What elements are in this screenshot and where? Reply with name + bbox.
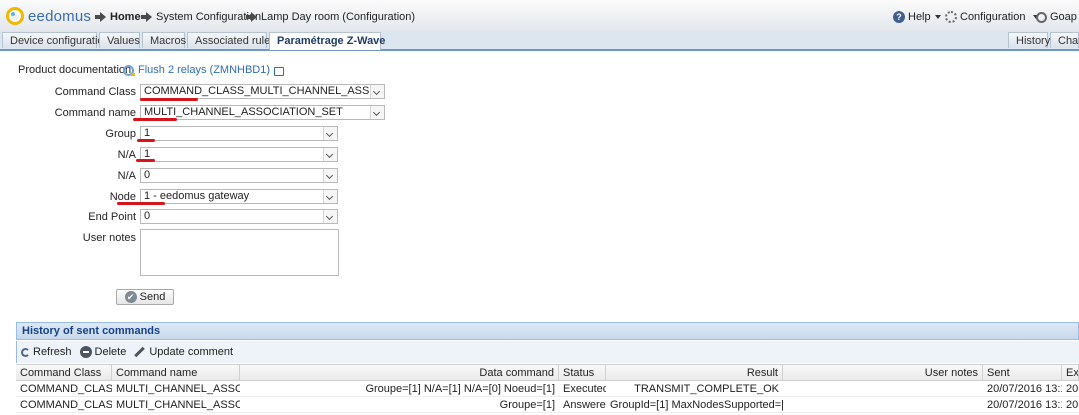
product-documentation-link[interactable]: Flush 2 relays (ZMNHBD1) — [123, 64, 285, 76]
help-menu[interactable]: ? Help — [893, 11, 941, 23]
tab-history[interactable]: History — [1008, 32, 1050, 48]
cell-user-notes — [783, 397, 983, 413]
group-label: Group — [105, 128, 136, 140]
endpoint-select[interactable]: 0 — [140, 209, 338, 224]
cell-sent: 20/07/2016 13:16 — [987, 399, 1062, 411]
column-header-status[interactable]: Status — [559, 365, 606, 381]
grid-header: Command Class Command name Data command … — [16, 364, 1079, 381]
node-select[interactable]: 1 - eedomus gateway — [140, 189, 338, 204]
chevron-down-icon — [323, 169, 337, 182]
column-header-user-notes[interactable]: User notes — [783, 365, 983, 381]
command-name-label: Command name — [54, 107, 136, 119]
chevron-down-icon — [934, 15, 941, 19]
refresh-icon — [21, 347, 30, 357]
send-button[interactable]: ✔ Send — [116, 289, 174, 305]
user-notes-label: User notes — [82, 232, 136, 244]
refresh-button[interactable]: Refresh — [21, 346, 72, 358]
external-link-icon — [274, 66, 285, 76]
chevron-down-icon — [323, 127, 337, 140]
chevron-down-icon — [323, 210, 337, 223]
red-annotation-underline — [140, 98, 198, 101]
chevron-down-icon — [323, 148, 337, 161]
chevron-down-icon — [370, 85, 384, 98]
cell-result: GroupId=[1] MaxNodesSupported=[1] — [610, 399, 783, 411]
tab-zwave-settings[interactable]: Paramétrage Z-Wave — [269, 32, 385, 50]
breadcrumb-device[interactable]: Lamp Day room (Configuration) — [246, 11, 415, 23]
cell-status: Executed — [563, 383, 606, 395]
tab-macros[interactable]: Macros — [142, 32, 186, 48]
cell-command-class: COMMAND_CLASS... — [20, 383, 112, 395]
tab-associated-rules[interactable]: Associated rules — [187, 32, 276, 48]
table-row[interactable]: COMMAND_CLASS... MULTI_CHANNEL_ASSOCI...… — [16, 381, 1079, 397]
cell-status: Answered — [563, 399, 606, 411]
tab-bar: Device configuration Values Macros Assoc… — [0, 31, 1079, 51]
na-select-1[interactable]: 1 — [140, 147, 338, 162]
gear-icon — [945, 11, 957, 23]
cell-result: TRANSMIT_COMPLETE_OK — [634, 383, 779, 395]
column-header-command-name[interactable]: Command name — [112, 365, 240, 381]
arrow-right-icon — [141, 12, 152, 22]
endpoint-label: End Point — [88, 211, 136, 223]
cell-command-class: COMMAND_CLASS... — [20, 399, 112, 411]
red-annotation-underline — [137, 139, 155, 142]
history-toolbar: Refresh Delete Update comment — [16, 341, 1079, 363]
tab-values[interactable]: Values — [99, 32, 140, 48]
column-header-result[interactable]: Result — [606, 365, 783, 381]
eedomus-logo[interactable]: eedomus — [6, 7, 91, 25]
pencil-icon — [134, 346, 146, 358]
na-label-2: N/A — [117, 170, 136, 182]
cell-data-command: Groupe=[1] — [499, 399, 555, 411]
red-annotation-underline — [133, 118, 177, 121]
help-icon: ? — [893, 11, 905, 23]
user-notes-textarea[interactable] — [140, 229, 339, 276]
delete-icon — [79, 346, 92, 358]
configuration-menu[interactable]: Configuration — [945, 11, 1040, 23]
arrow-right-icon — [246, 12, 257, 22]
cell-user-notes — [783, 381, 983, 397]
column-header-executed[interactable]: Ex — [1062, 365, 1079, 381]
top-bar: eedomus Home System Configuration Lamp D… — [0, 0, 1079, 32]
cell-command-name: MULTI_CHANNEL_ASSOCI... — [116, 399, 240, 411]
cell-command-name: MULTI_CHANNEL_ASSOCI... — [116, 383, 240, 395]
tab-device-configuration[interactable]: Device configuration — [2, 32, 110, 48]
update-comment-button[interactable]: Update comment — [134, 346, 233, 358]
command-class-label: Command Class — [54, 86, 136, 98]
na-label-1: N/A — [117, 149, 136, 161]
table-row[interactable]: COMMAND_CLASS... MULTI_CHANNEL_ASSOCI...… — [16, 397, 1079, 413]
cell-executed: 20 — [1066, 399, 1079, 411]
history-panel-title: History of sent commands — [16, 322, 1079, 340]
delete-button[interactable]: Delete — [79, 346, 126, 358]
zwave-icon — [123, 64, 135, 76]
check-icon: ✔ — [124, 291, 137, 303]
command-class-select[interactable]: COMMAND_CLASS_MULTI_CHANNEL_ASSOCIATION — [140, 84, 385, 99]
breadcrumb-home[interactable]: Home — [95, 11, 141, 23]
red-annotation-underline — [117, 202, 165, 205]
user-logout[interactable]: Goap — [1036, 11, 1077, 23]
chevron-down-icon — [323, 190, 337, 203]
red-annotation-underline — [136, 159, 155, 162]
breadcrumb-system-configuration[interactable]: System Configuration — [141, 11, 261, 23]
chevron-down-icon — [370, 106, 384, 119]
na-select-2[interactable]: 0 — [140, 168, 338, 183]
logo-icon — [6, 7, 24, 25]
cell-sent: 20/07/2016 13:17 — [987, 383, 1062, 395]
product-documentation-label: Product documentation — [18, 64, 132, 76]
cell-data-command: Groupe=[1] N/A=[1] N/A=[0] Noeud=[1] — [365, 383, 555, 395]
column-header-command-class[interactable]: Command Class — [16, 365, 112, 381]
group-select[interactable]: 1 — [140, 126, 338, 141]
power-icon — [1036, 11, 1047, 23]
cell-executed: 20 — [1066, 383, 1079, 395]
logo-text: eedomus — [28, 7, 92, 25]
column-header-sent[interactable]: Sent — [983, 365, 1062, 381]
arrow-right-icon — [95, 12, 106, 22]
tab-charts[interactable]: Char — [1050, 32, 1079, 48]
column-header-data-command[interactable]: Data command — [240, 365, 559, 381]
